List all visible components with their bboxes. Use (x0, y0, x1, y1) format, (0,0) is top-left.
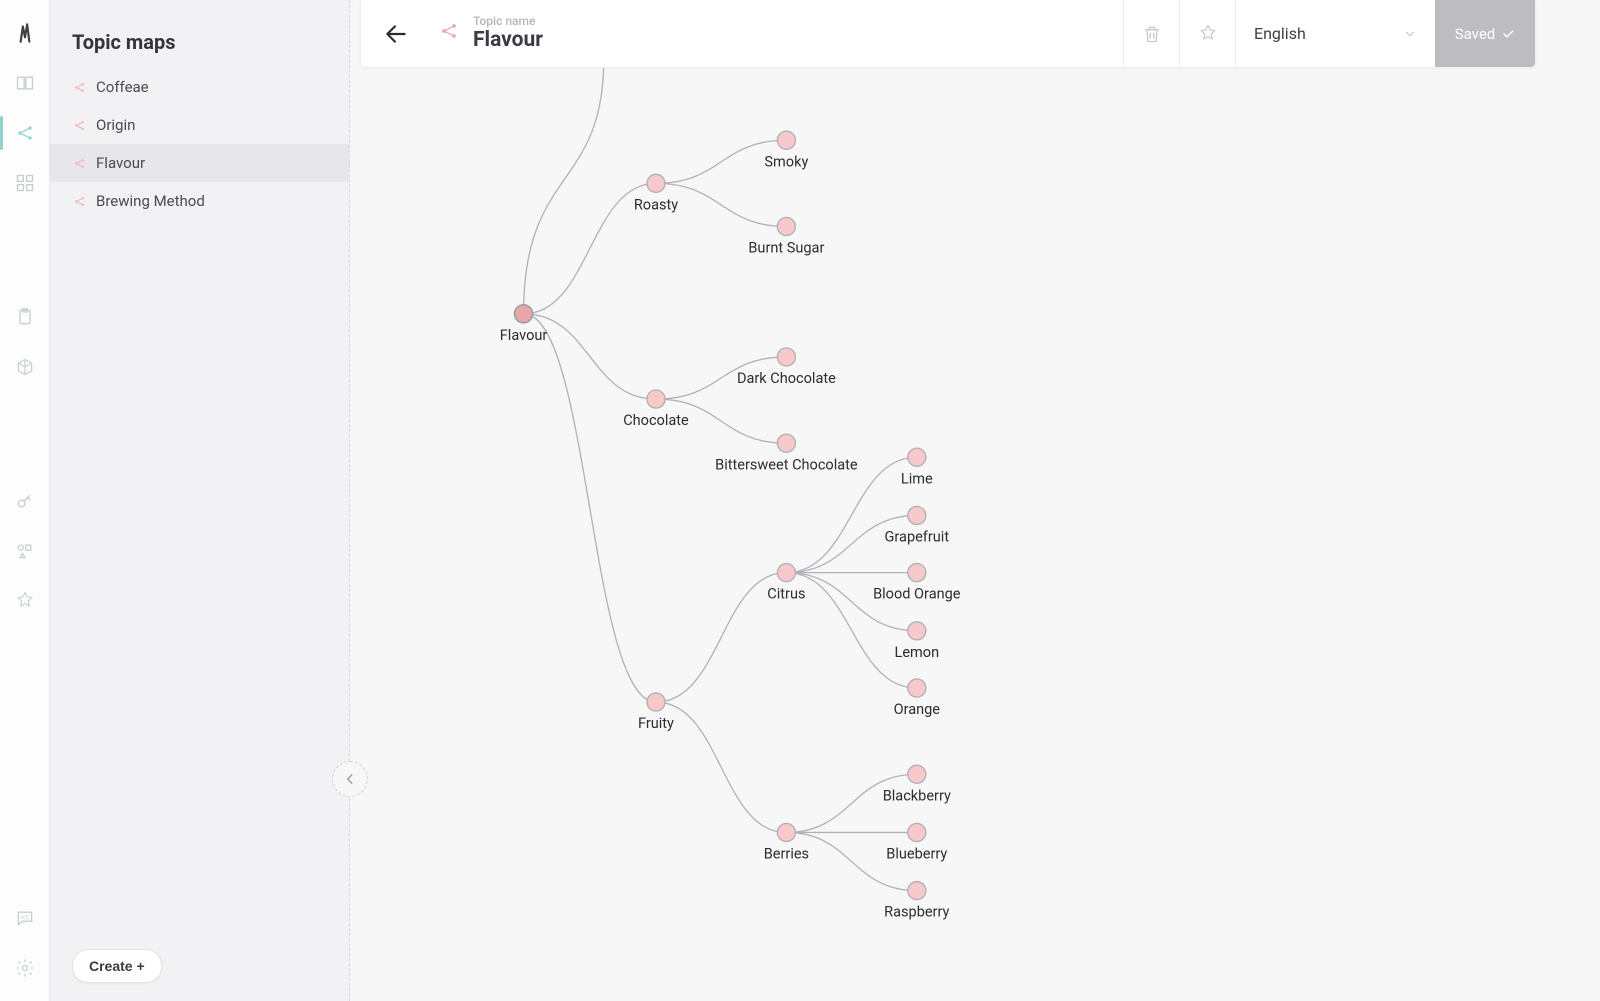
sidebar-title: Topic maps (50, 30, 349, 68)
mindmap-node-label: Blackberry (883, 787, 951, 804)
clipboard-icon[interactable] (12, 304, 38, 330)
topbar: Topic name Flavour English (360, 0, 1536, 68)
check-icon (1501, 27, 1515, 41)
share-nodes-icon[interactable] (12, 120, 38, 146)
mindmap-node-label: Fruity (638, 715, 674, 732)
sidebar-item-label: Origin (96, 116, 135, 134)
mindmap-svg: Flavour Roasty Smoky Burnt Sugar Chocolate Da… (350, 68, 1600, 1001)
sidebar-panel: Topic maps Coffeae Origin Flavour Brewing M… (50, 0, 350, 1001)
create-button-label: Create + (89, 958, 145, 974)
sidebar-item-label: Flavour (96, 154, 145, 172)
logo-icon (12, 20, 38, 46)
share-nodes-icon (72, 194, 86, 208)
mindmap-node[interactable]: Lime (901, 448, 933, 487)
star-cog-icon[interactable] (12, 588, 38, 614)
mindmap-node-label: Berries (764, 846, 809, 863)
main-area: Topic name Flavour English (350, 0, 1600, 1001)
sidebar-item-flavour[interactable]: Flavour (50, 144, 349, 182)
title-eyebrow: Topic name (473, 14, 543, 28)
mindmap-node-label: Orange (894, 701, 941, 718)
share-nodes-icon (439, 21, 459, 45)
mindmap-node-label: Bittersweet Chocolate (715, 456, 858, 473)
edge (524, 314, 656, 702)
language-select[interactable]: English (1235, 0, 1435, 67)
mindmap-node[interactable]: Bittersweet Chocolate (715, 434, 858, 473)
sidebar-item-label: Coffeae (96, 78, 149, 96)
back-button[interactable] (361, 21, 431, 47)
mindmap-node-label: Chocolate (623, 412, 689, 429)
chevron-down-icon (1403, 27, 1417, 41)
mindmap-node-label: Grapefruit (885, 529, 950, 546)
mindmap-node[interactable]: Roasty (634, 174, 678, 213)
saved-indicator: Saved (1435, 0, 1535, 67)
arrow-left-icon (383, 21, 409, 47)
mindmap-node-label: Flavour (500, 327, 548, 344)
cube-icon[interactable] (12, 354, 38, 380)
create-button[interactable]: Create + (72, 949, 162, 983)
mindmap-node-label: Dark Chocolate (737, 370, 836, 387)
mindmap-node-label: Citrus (767, 586, 805, 603)
sidebar-item-label: Brewing Method (96, 192, 205, 210)
star-cog-icon (1198, 24, 1218, 44)
sidebar-item-coffeae[interactable]: Coffeae (50, 68, 349, 106)
mindmap-node-label: Roasty (634, 196, 678, 213)
mindmap-node-label: Lime (901, 470, 933, 487)
share-nodes-icon (72, 118, 86, 132)
edge (524, 68, 604, 314)
page-title: Flavour (473, 28, 543, 53)
chat-icon[interactable]: A文 (12, 905, 38, 931)
mindmap-node-label: Blueberry (886, 846, 947, 863)
mindmap-node[interactable]: Lemon (895, 622, 940, 661)
sidebar-item-origin[interactable]: Origin (50, 106, 349, 144)
book-icon[interactable] (12, 70, 38, 96)
mindmap-node[interactable]: Grapefruit (885, 506, 950, 545)
gear-icon[interactable] (12, 955, 38, 981)
icon-rail: A文 (0, 0, 50, 1001)
mindmap-node[interactable]: Blackberry (883, 765, 951, 804)
trash-icon (1142, 24, 1162, 44)
grid-icon[interactable] (12, 170, 38, 196)
topic-list: Coffeae Origin Flavour Brewing Method (50, 68, 349, 220)
mindmap-node-label: Blood Orange (873, 586, 961, 603)
mindmap-node[interactable]: Dark Chocolate (737, 348, 836, 387)
delete-button[interactable] (1123, 0, 1179, 67)
language-select-value: English (1254, 24, 1306, 43)
mindmap-node[interactable]: Citrus (767, 564, 805, 603)
share-nodes-icon (72, 80, 86, 94)
mindmap-node[interactable]: Chocolate (623, 390, 689, 429)
share-nodes-icon (72, 156, 86, 170)
mindmap-node[interactable]: Fruity (638, 693, 674, 732)
mindmap-canvas[interactable]: Flavour Roasty Smoky Burnt Sugar Chocolate Da… (350, 68, 1600, 1001)
mindmap-node[interactable]: Blood Orange (873, 564, 961, 603)
mindmap-node-label: Smoky (764, 153, 808, 170)
mindmap-node[interactable]: Smoky (764, 131, 808, 170)
shapes-icon[interactable] (12, 538, 38, 564)
edge (786, 457, 916, 572)
saved-label: Saved (1455, 25, 1496, 43)
key-icon[interactable] (12, 488, 38, 514)
sidebar-item-brewing-method[interactable]: Brewing Method (50, 182, 349, 220)
mindmap-node-label: Lemon (895, 644, 940, 661)
settings-button[interactable] (1179, 0, 1235, 67)
svg-text:A文: A文 (20, 914, 28, 921)
title-block: Topic name Flavour (431, 14, 1123, 54)
edge (656, 702, 786, 832)
mindmap-node[interactable]: Blueberry (886, 823, 947, 862)
mindmap-node-label: Burnt Sugar (748, 240, 824, 257)
mindmap-node-label: Raspberry (884, 904, 949, 921)
